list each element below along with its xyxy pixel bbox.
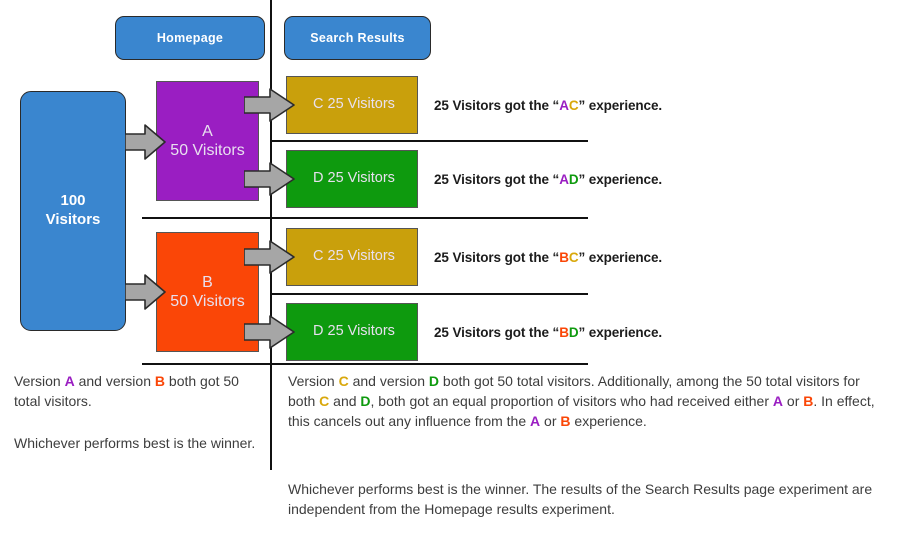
header-pill-search-results-label: Search Results (310, 31, 405, 45)
caption-ac-prefix: 25 Visitors got the “ (434, 98, 560, 113)
caption-bc: 25 Visitors got the “BC” experience. (434, 250, 662, 265)
note-right-p1-d1: D (428, 373, 440, 389)
note-right-p1-b2: B (560, 412, 571, 429)
search-variant-box-bc: C 25 Visitors (286, 228, 418, 286)
arrow-b-to-d (244, 315, 295, 349)
arrow-a-to-c (244, 88, 295, 122)
caption-bc-prefix: 25 Visitors got the “ (434, 250, 560, 265)
caption-bd-suffix: ” experience. (578, 325, 663, 340)
header-pill-homepage[interactable]: Homepage (115, 16, 265, 60)
note-right-p1-s1: Version (288, 373, 339, 389)
separator-line-bc-bd (272, 293, 588, 295)
caption-ac-suffix: ” experience. (578, 98, 663, 113)
search-variant-ac-label: C 25 Visitors (313, 96, 395, 113)
diagram-canvas: Homepage Search Results 100 Visitors A 5… (0, 0, 900, 541)
arrow-source-to-a (125, 124, 166, 160)
header-pill-homepage-label: Homepage (156, 31, 224, 45)
separator-line-ac-ad (272, 140, 588, 142)
arrow-source-to-b (125, 274, 166, 310)
note-left-paragraph-1: Version A and version B both got 50 tota… (14, 372, 254, 412)
variant-a-detail: 50 Visitors (170, 142, 245, 159)
variant-b-detail: 50 Visitors (170, 293, 245, 310)
caption-ac: 25 Visitors got the “AC” experience. (434, 98, 662, 113)
note-right-p1-s4: and (329, 392, 361, 409)
note-right-p1-s6: or (783, 392, 804, 409)
note-left-p1-b: B (154, 373, 166, 389)
note-right-paragraph-2: Whichever performs best is the winner. T… (288, 481, 873, 517)
arrow-a-to-d (244, 162, 295, 196)
caption-ad: 25 Visitors got the “AD” experience. (434, 172, 662, 187)
caption-bd: 25 Visitors got the “BD” experience. (434, 325, 662, 340)
caption-ac-first: A (559, 98, 569, 113)
arrow-b-to-c (244, 240, 295, 274)
caption-bc-suffix: ” experience. (578, 250, 663, 265)
note-right-p1-a2: A (530, 412, 541, 429)
note-right-p1-d2: D (360, 392, 371, 409)
caption-bd-prefix: 25 Visitors got the “ (434, 325, 560, 340)
note-left-p1-s2: and version (74, 373, 155, 389)
source-count: 100 (60, 192, 86, 210)
note-left-paragraph-2: Whichever performs best is the winner. (14, 435, 256, 451)
note-left-p1-s1: Version (14, 373, 65, 389)
note-right-p1-c1: C (338, 373, 349, 389)
caption-bd-second: D (568, 325, 579, 340)
caption-bc-first: B (559, 250, 569, 265)
note-right-p1-a1: A (772, 392, 784, 409)
note-right-p1-s5: , both got an equal proportion of visito… (370, 392, 773, 409)
note-right-p1-b1: B (803, 392, 814, 409)
caption-ad-second: D (568, 172, 579, 187)
search-variant-box-bd: D 25 Visitors (286, 303, 418, 361)
search-variant-bd-label: D 25 Visitors (313, 323, 395, 340)
caption-ac-second: C (568, 98, 579, 113)
note-right-p1-s2: and version (348, 373, 429, 389)
caption-bd-first: B (559, 325, 569, 340)
variant-a-letter: A (202, 122, 213, 140)
separator-line-bottom (142, 363, 588, 365)
column-divider-line (270, 0, 272, 470)
search-variant-box-ac: C 25 Visitors (286, 76, 418, 134)
header-pill-search-results[interactable]: Search Results (284, 16, 431, 60)
source-unit: Visitors (45, 211, 101, 228)
note-right-p1-s9: experience. (570, 412, 647, 429)
variant-b-letter: B (202, 273, 213, 291)
source-box-total-visitors: 100 Visitors (20, 91, 126, 331)
note-left-p1-a: A (64, 373, 75, 389)
caption-ad-prefix: 25 Visitors got the “ (434, 172, 560, 187)
note-right-p1-c2: C (319, 392, 330, 409)
search-variant-bc-label: C 25 Visitors (313, 248, 395, 265)
search-variant-box-ad: D 25 Visitors (286, 150, 418, 208)
note-right-p1-s8: or (540, 412, 561, 429)
caption-bc-second: C (568, 250, 579, 265)
caption-ad-first: A (559, 172, 569, 187)
note-right-paragraph-1: Version C and version D both got 50 tota… (288, 372, 888, 432)
separator-line-a-b (142, 217, 588, 219)
search-variant-ad-label: D 25 Visitors (313, 170, 395, 187)
caption-ad-suffix: ” experience. (578, 172, 663, 187)
